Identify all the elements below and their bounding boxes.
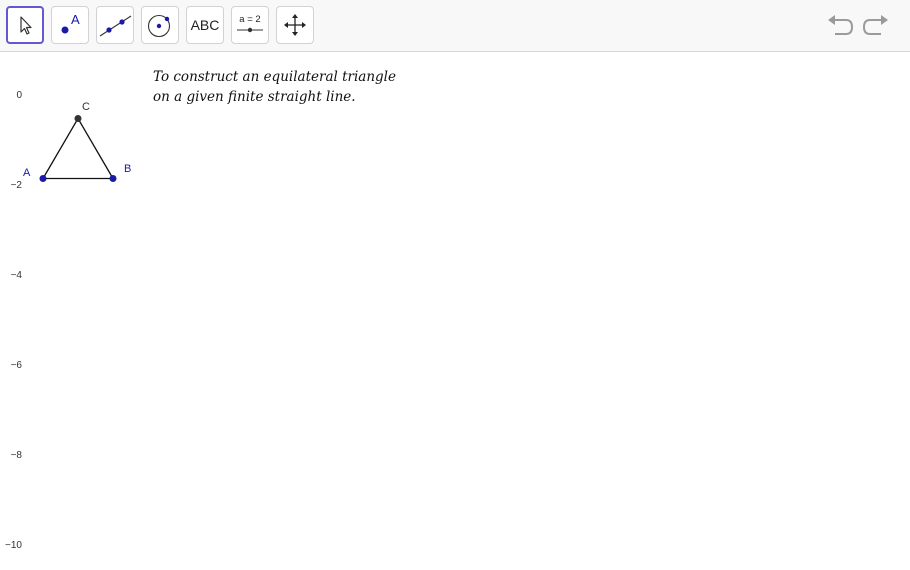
line-icon — [99, 15, 132, 37]
point-a-label: A — [23, 167, 31, 179]
text-icon: ABC — [190, 17, 220, 33]
move-graphics-view-icon — [284, 14, 306, 36]
point-b-label: B — [124, 163, 132, 175]
redo-icon — [862, 15, 888, 35]
redo-button[interactable] — [861, 12, 891, 40]
undo-button[interactable] — [825, 12, 855, 40]
undo-icon — [828, 15, 854, 35]
point-tool-button[interactable]: A — [51, 6, 89, 44]
move-pointer-icon — [20, 16, 32, 35]
construction-text-line-2: on a given finite straight line. — [153, 89, 356, 105]
line-tool-button[interactable] — [96, 6, 134, 44]
construction-text[interactable]: To construct an equilateral triangle on … — [153, 67, 396, 107]
segment-bc[interactable] — [77, 118, 114, 179]
text-tool-button[interactable]: ABC — [186, 6, 224, 44]
slider-tool-label: a = 2 — [239, 14, 260, 25]
construction-text-line-1: To construct an equilateral triangle — [153, 69, 396, 85]
circle-icon — [147, 14, 171, 38]
segment-ac[interactable] — [42, 118, 79, 179]
point-c-label: C — [82, 101, 90, 113]
graphics-view[interactable]: 0 −2 −4 −6 −8 −10 A B C To construct an … — [0, 53, 910, 570]
toolbar: A ABC a = 2 — [0, 0, 910, 52]
circle-tool-button[interactable] — [141, 6, 179, 44]
slider-tool-button[interactable]: a = 2 — [231, 6, 269, 44]
point-c[interactable] — [74, 115, 82, 122]
point-tool-label: A — [71, 12, 80, 27]
construction-drawing — [39, 115, 117, 182]
point-b[interactable] — [109, 175, 117, 182]
move-tool-button[interactable] — [6, 6, 44, 44]
point-a[interactable] — [39, 175, 47, 182]
slider-icon: a = 2 — [237, 14, 263, 33]
move-graphics-view-tool-button[interactable] — [276, 6, 314, 44]
point-icon: A — [61, 12, 80, 34]
